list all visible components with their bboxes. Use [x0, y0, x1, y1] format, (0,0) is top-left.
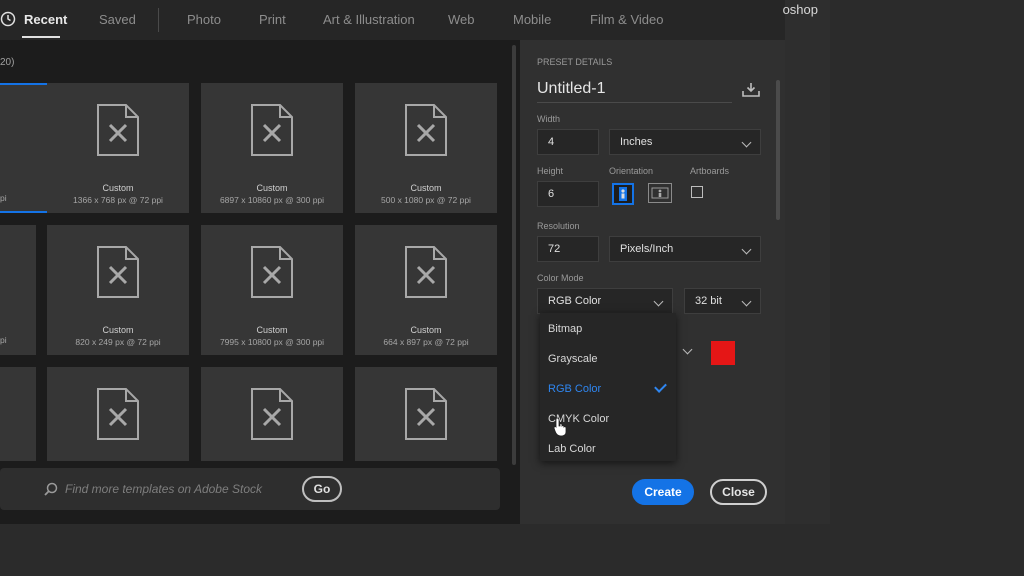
template-size-partial: pi: [0, 193, 7, 203]
chevron-down-icon: [741, 137, 752, 148]
template-card[interactable]: Custom 6897 x 10860 px @ 300 ppi: [201, 83, 343, 213]
background-color-swatch[interactable]: [711, 341, 735, 365]
document-icon: [405, 388, 447, 440]
app-title-fragment: oshop: [782, 2, 818, 17]
tab-mobile[interactable]: Mobile: [513, 12, 551, 27]
template-card[interactable]: Custom 820 x 249 px @ 72 ppi: [47, 225, 189, 355]
save-preset-icon[interactable]: [742, 82, 760, 98]
template-name: Custom: [410, 325, 442, 335]
bit-depth-select[interactable]: 32 bit: [684, 288, 761, 314]
go-button[interactable]: Go: [302, 476, 342, 502]
height-field[interactable]: 6: [537, 181, 599, 207]
document-icon: [97, 104, 139, 156]
panel-scrollbar[interactable]: [776, 80, 780, 220]
title-underline: [537, 102, 732, 103]
orientation-label: Orientation: [609, 166, 654, 176]
resolution-field[interactable]: 72: [537, 236, 599, 262]
chevron-down-icon: [741, 296, 752, 307]
color-mode-option-bitmap[interactable]: Bitmap: [548, 323, 582, 335]
search-icon: [44, 482, 58, 496]
template-card[interactable]: [201, 367, 343, 461]
width-unit-value: Inches: [620, 136, 653, 148]
artboards-label: Artboards: [690, 166, 730, 176]
template-card[interactable]: Custom 500 x 1080 px @ 72 ppi: [355, 83, 497, 213]
background-contents-chevron-icon[interactable]: [682, 344, 693, 355]
template-card[interactable]: Custom 664 x 897 px @ 72 ppi: [355, 225, 497, 355]
preset-section-label: PRESET DETAILS: [537, 57, 613, 67]
document-icon: [97, 388, 139, 440]
template-name: Custom: [256, 183, 288, 193]
color-mode-select[interactable]: RGB Color: [537, 288, 673, 314]
portrait-icon: [619, 187, 627, 201]
bit-depth-value: 32 bit: [695, 295, 722, 307]
portrait-orientation-button[interactable]: [612, 183, 634, 205]
template-size: 664 x 897 px @ 72 ppi: [383, 337, 469, 347]
tab-divider: [158, 8, 159, 32]
template-card-partial[interactable]: pi: [0, 225, 36, 355]
bottom-background: [0, 524, 1024, 576]
template-size: 820 x 249 px @ 72 ppi: [75, 337, 161, 347]
stock-search-bar: Find more templates on Adobe Stock Go: [0, 468, 500, 510]
background-window-strip: [785, 0, 830, 524]
document-icon: [251, 388, 293, 440]
chevron-down-icon: [653, 296, 664, 307]
tab-film-video[interactable]: Film & Video: [590, 12, 663, 27]
template-card[interactable]: [47, 367, 189, 461]
tab-saved[interactable]: Saved: [99, 12, 136, 27]
color-mode-option-rgb[interactable]: RGB Color: [548, 383, 601, 395]
template-size: 500 x 1080 px @ 72 ppi: [381, 195, 471, 205]
template-card[interactable]: [355, 367, 497, 461]
document-icon: [97, 246, 139, 298]
resolution-unit-value: Pixels/Inch: [620, 243, 674, 255]
create-button[interactable]: Create: [632, 479, 694, 505]
template-name: Custom: [102, 183, 134, 193]
active-tab-indicator: [22, 36, 60, 38]
template-category-bar: Recent Saved Photo Print Art & Illustrat…: [0, 0, 785, 40]
hand-cursor-icon: [553, 417, 567, 437]
template-size: 7995 x 10800 px @ 300 ppi: [219, 337, 325, 347]
color-mode-dropdown: Bitmap Grayscale RGB Color CMYK Color La…: [540, 313, 676, 461]
templates-scrollbar[interactable]: [512, 45, 516, 465]
template-size: 1366 x 768 px @ 72 ppi: [73, 195, 163, 205]
width-field[interactable]: 4: [537, 129, 599, 155]
artboards-checkbox[interactable]: [691, 186, 703, 198]
template-card[interactable]: Custom 1366 x 768 px @ 72 ppi: [47, 83, 189, 213]
resolution-label: Resolution: [537, 221, 580, 231]
tab-recent[interactable]: Recent: [24, 12, 67, 27]
width-label: Width: [537, 114, 561, 124]
checkmark-icon: [654, 380, 667, 393]
template-name: Custom: [410, 183, 442, 193]
height-label: Height: [537, 166, 564, 176]
tab-print[interactable]: Print: [259, 12, 286, 27]
color-mode-option-lab[interactable]: Lab Color: [548, 443, 596, 455]
tab-web[interactable]: Web: [448, 12, 475, 27]
document-name-input[interactable]: Untitled-1: [537, 80, 605, 98]
color-mode-value: RGB Color: [548, 295, 602, 307]
template-size-partial: pi: [0, 335, 7, 345]
tab-art-illustration[interactable]: Art & Illustration: [323, 12, 415, 27]
search-input[interactable]: Find more templates on Adobe Stock: [65, 482, 262, 496]
template-name: Custom: [256, 325, 288, 335]
tab-photo[interactable]: Photo: [187, 12, 221, 27]
resolution-unit-select[interactable]: Pixels/Inch: [609, 236, 761, 262]
chevron-down-icon: [741, 244, 752, 255]
landscape-orientation-button[interactable]: [648, 183, 672, 203]
document-icon: [251, 246, 293, 298]
landscape-icon: [651, 187, 669, 199]
width-unit-select[interactable]: Inches: [609, 129, 761, 155]
template-size: 6897 x 10860 px @ 300 ppi: [219, 195, 325, 205]
document-icon: [405, 246, 447, 298]
color-mode-option-grayscale[interactable]: Grayscale: [548, 353, 598, 365]
template-card-partial[interactable]: [0, 367, 36, 461]
document-icon: [405, 104, 447, 156]
color-mode-label: Color Mode: [537, 273, 584, 283]
close-button[interactable]: Close: [710, 479, 767, 505]
template-name: Custom: [102, 325, 134, 335]
document-icon: [251, 104, 293, 156]
templates-area: 20) pi Custom 1366 x 768 px @ 72 ppi Cus…: [0, 40, 520, 524]
clock-icon: [0, 11, 16, 27]
template-card[interactable]: Custom 7995 x 10800 px @ 300 ppi: [201, 225, 343, 355]
template-count: 20): [0, 57, 15, 68]
